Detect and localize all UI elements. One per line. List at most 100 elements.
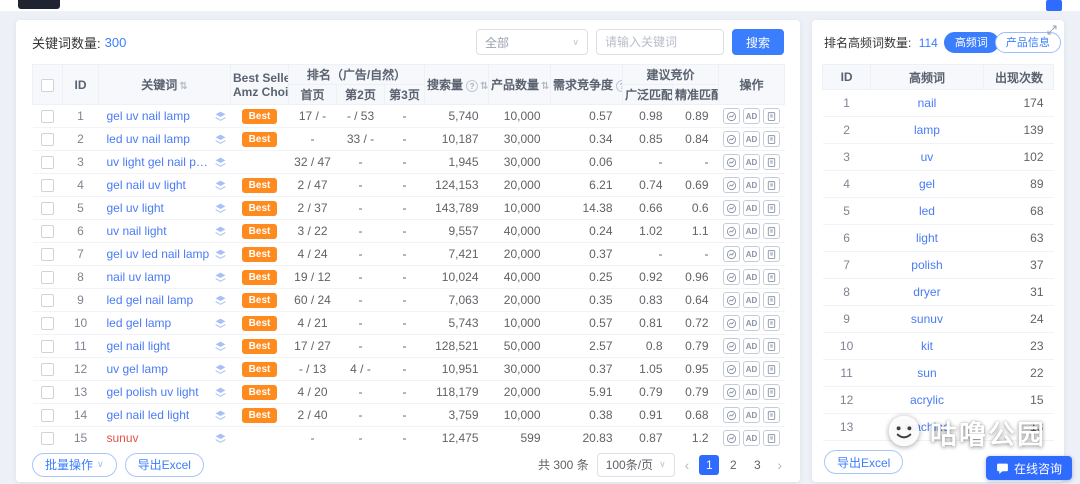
ad-icon[interactable]: AD — [743, 200, 761, 216]
trend-icon[interactable] — [723, 246, 741, 262]
keyword-link[interactable]: gel uv led nail lamp — [107, 247, 210, 261]
trend-icon[interactable] — [723, 154, 741, 170]
freq-word-link[interactable]: sunuv — [911, 312, 943, 326]
row-checkbox[interactable] — [41, 248, 54, 262]
layers-icon[interactable] — [214, 202, 227, 215]
ad-icon[interactable]: AD — [743, 292, 761, 308]
page-size-select[interactable]: 100条/页 ∨ — [596, 452, 675, 477]
keyword-link[interactable]: led gel lamp — [107, 316, 172, 330]
search-button[interactable]: 搜索 — [731, 29, 784, 55]
sort-icon[interactable]: ⇅ — [179, 81, 187, 92]
trend-icon[interactable] — [723, 269, 741, 285]
layers-icon[interactable] — [214, 271, 227, 284]
detail-icon[interactable] — [763, 361, 781, 377]
keyword-link[interactable]: gel uv light — [107, 201, 164, 215]
row-checkbox[interactable] — [41, 409, 54, 423]
trend-icon[interactable] — [723, 407, 741, 423]
layers-icon[interactable] — [214, 294, 227, 307]
browser-extension-icon[interactable] — [1046, 0, 1062, 11]
detail-icon[interactable] — [763, 430, 781, 446]
ad-icon[interactable]: AD — [743, 338, 761, 354]
freq-word-link[interactable]: polish — [911, 258, 942, 272]
keyword-link[interactable]: nail uv lamp — [107, 270, 171, 284]
page-button-2[interactable]: 2 — [723, 455, 743, 475]
keyword-link[interactable]: gel nail light — [107, 339, 170, 353]
trend-icon[interactable] — [723, 108, 741, 124]
export-excel-button[interactable]: 导出Excel — [124, 452, 204, 477]
row-checkbox[interactable] — [41, 179, 54, 193]
row-checkbox[interactable] — [41, 202, 54, 216]
keyword-link[interactable]: gel nail uv light — [107, 178, 186, 192]
keyword-link[interactable]: uv gel lamp — [107, 362, 168, 376]
freq-word-link[interactable]: nail — [918, 96, 937, 110]
layers-icon[interactable] — [214, 156, 227, 169]
filter-select[interactable]: 全部 ∨ — [475, 29, 588, 55]
layers-icon[interactable] — [214, 432, 227, 445]
row-checkbox[interactable] — [41, 432, 54, 446]
keyword-link[interactable]: led uv nail lamp — [107, 132, 190, 146]
layers-icon[interactable] — [214, 179, 227, 192]
detail-icon[interactable] — [763, 315, 781, 331]
freq-word-link[interactable]: gel — [919, 177, 935, 191]
layers-icon[interactable] — [214, 340, 227, 353]
detail-icon[interactable] — [763, 108, 781, 124]
freq-word-link[interactable]: acrylic — [910, 393, 944, 407]
row-checkbox[interactable] — [41, 386, 54, 400]
trend-icon[interactable] — [723, 361, 741, 377]
freq-word-link[interactable]: sun — [917, 366, 936, 380]
sort-icon[interactable]: ⇅ — [541, 81, 549, 92]
row-checkbox[interactable] — [41, 271, 54, 285]
keyword-link[interactable]: sunuv — [107, 431, 139, 445]
row-checkbox[interactable] — [41, 317, 54, 331]
row-checkbox[interactable] — [41, 156, 54, 170]
ad-icon[interactable]: AD — [743, 223, 761, 239]
detail-icon[interactable] — [763, 407, 781, 423]
sort-icon[interactable]: ⇅ — [480, 81, 487, 92]
ad-icon[interactable]: AD — [743, 430, 761, 446]
freq-word-link[interactable]: dryer — [913, 285, 940, 299]
row-checkbox[interactable] — [41, 133, 54, 147]
freq-word-link[interactable]: led — [919, 204, 935, 218]
trend-icon[interactable] — [723, 315, 741, 331]
detail-icon[interactable] — [763, 154, 781, 170]
layers-icon[interactable] — [214, 409, 227, 422]
keyword-link[interactable]: led gel nail lamp — [107, 293, 194, 307]
keyword-link[interactable]: uv nail light — [107, 224, 167, 238]
batch-actions-button[interactable]: 批量操作 ∨ — [32, 452, 117, 477]
ad-icon[interactable]: AD — [743, 246, 761, 262]
detail-icon[interactable] — [763, 223, 781, 239]
trend-icon[interactable] — [723, 430, 741, 446]
freq-word-link[interactable]: uv — [921, 150, 934, 164]
page-button-1[interactable]: 1 — [699, 454, 720, 475]
layers-icon[interactable] — [214, 363, 227, 376]
help-icon[interactable]: ? — [616, 80, 622, 92]
row-checkbox[interactable] — [41, 110, 54, 124]
freq-word-link[interactable]: kit — [921, 339, 933, 353]
ad-icon[interactable]: AD — [743, 131, 761, 147]
ad-icon[interactable]: AD — [743, 407, 761, 423]
freq-word-link[interactable]: light — [916, 231, 938, 245]
ad-icon[interactable]: AD — [743, 154, 761, 170]
keyword-link[interactable]: gel nail led light — [107, 408, 190, 422]
trend-icon[interactable] — [723, 384, 741, 400]
expand-icon[interactable] — [1046, 24, 1058, 39]
layers-icon[interactable] — [214, 133, 227, 146]
layers-icon[interactable] — [214, 225, 227, 238]
select-all-checkbox[interactable] — [41, 78, 54, 92]
row-checkbox[interactable] — [41, 340, 54, 354]
keyword-search-input[interactable] — [595, 29, 724, 55]
keyword-link[interactable]: gel polish uv light — [107, 385, 199, 399]
trend-icon[interactable] — [723, 292, 741, 308]
freq-export-excel-button[interactable]: 导出Excel — [824, 450, 904, 474]
freq-word-link[interactable]: lamp — [914, 123, 940, 137]
help-icon[interactable]: ? — [466, 80, 479, 92]
trend-icon[interactable] — [723, 131, 741, 147]
keyword-link[interactable]: uv light gel nail polish — [107, 155, 210, 169]
next-page-button[interactable]: › — [775, 457, 784, 473]
ad-icon[interactable]: AD — [743, 361, 761, 377]
trend-icon[interactable] — [723, 338, 741, 354]
detail-icon[interactable] — [763, 200, 781, 216]
prev-page-button[interactable]: ‹ — [683, 457, 692, 473]
row-checkbox[interactable] — [41, 225, 54, 239]
detail-icon[interactable] — [763, 177, 781, 193]
